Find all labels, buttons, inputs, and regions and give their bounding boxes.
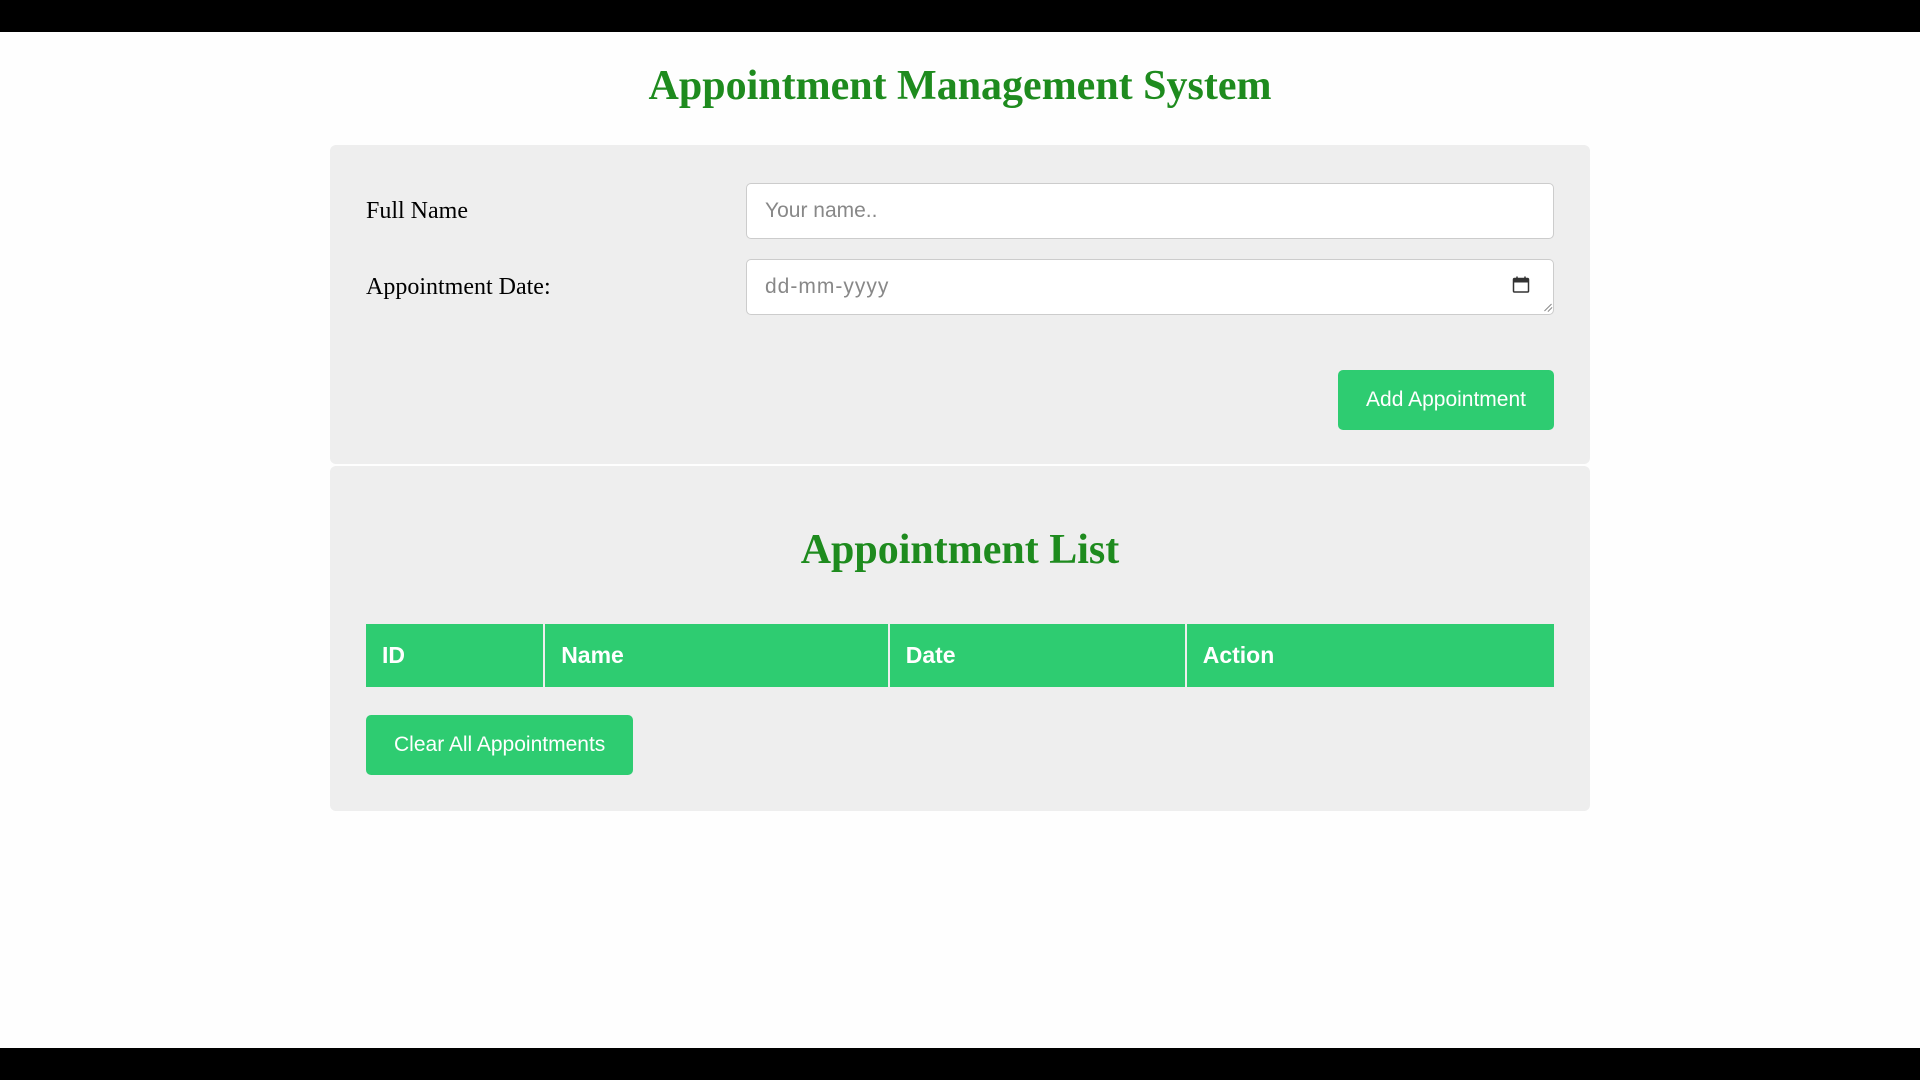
list-title: Appointment List (366, 526, 1554, 574)
date-label: Appointment Date: (366, 274, 746, 301)
main-container: Appointment Management System Full Name … (160, 62, 1760, 811)
table-header-row: ID Name Date Action (366, 624, 1554, 687)
add-button-row: Add Appointment (366, 370, 1554, 430)
full-name-input-wrap (746, 183, 1554, 239)
full-name-label: Full Name (366, 198, 746, 225)
page-title: Appointment Management System (330, 62, 1590, 110)
resize-handle-icon[interactable] (1540, 301, 1552, 313)
clear-button-row: Clear All Appointments (366, 715, 1554, 775)
appointment-list-card: Appointment List ID Name Date Action Cle… (330, 466, 1590, 811)
full-name-input[interactable] (746, 183, 1554, 239)
letterbox-top (0, 0, 1920, 32)
column-header-date: Date (889, 624, 1186, 687)
column-header-action: Action (1186, 624, 1554, 687)
appointment-date-input[interactable] (746, 259, 1554, 315)
date-row: Appointment Date: (366, 259, 1554, 315)
appointment-table: ID Name Date Action (366, 624, 1554, 687)
appointment-form-card: Full Name Appointment Date: (330, 145, 1590, 464)
column-header-name: Name (544, 624, 889, 687)
date-input-wrap (746, 259, 1554, 315)
full-name-row: Full Name (366, 183, 1554, 239)
column-header-id: ID (366, 624, 544, 687)
letterbox-bottom (0, 1048, 1920, 1080)
add-appointment-button[interactable]: Add Appointment (1338, 370, 1554, 430)
clear-all-button[interactable]: Clear All Appointments (366, 715, 633, 775)
